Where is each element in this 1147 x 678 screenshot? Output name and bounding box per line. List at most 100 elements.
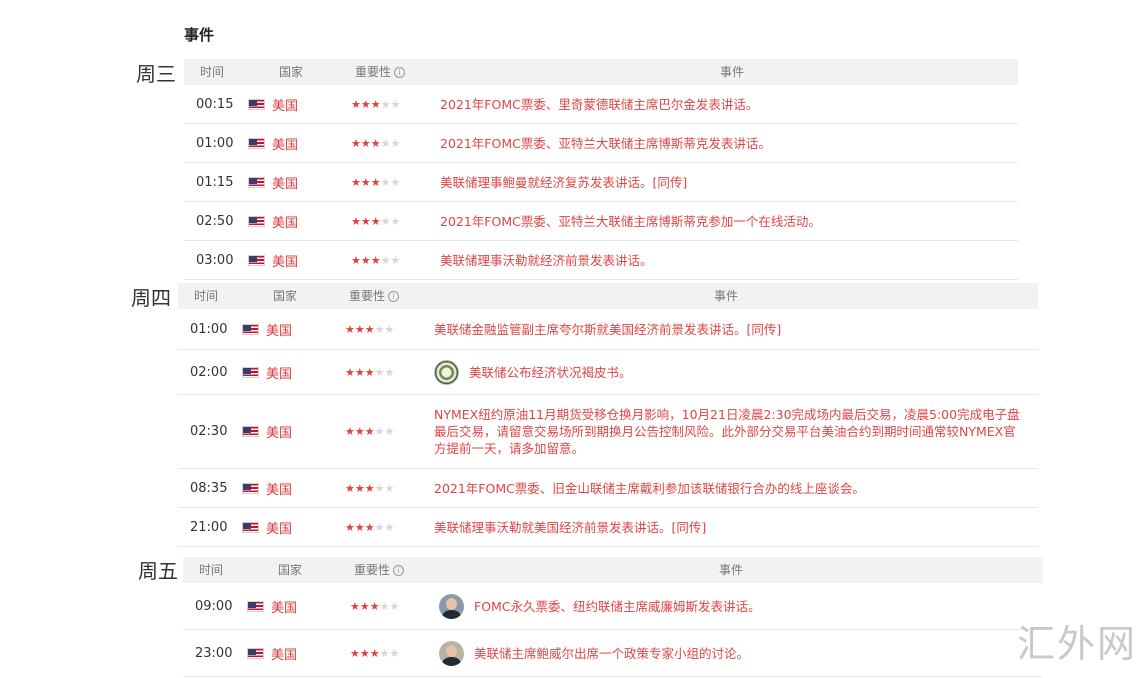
country-name: 美国 <box>272 254 299 270</box>
info-icon[interactable]: i <box>393 565 405 576</box>
country-name: 美国 <box>266 366 293 382</box>
event-time: 09:00 <box>195 598 233 614</box>
table-row[interactable]: 03:00 美国 ★★★ ★★ 美联储理事沃勒就经济前景发表讲话。 <box>184 241 1018 280</box>
star-icon: ★★★ <box>350 599 380 613</box>
event-country: 美国 <box>242 350 292 394</box>
importance-stars: ★★★ ★★ <box>351 85 400 123</box>
country-name: 美国 <box>272 176 299 192</box>
event-text[interactable]: 美联储理事鲍曼就经济复苏发表讲话。[同传] <box>440 163 1008 201</box>
col-country: 国家 <box>279 65 304 79</box>
country-name: 美国 <box>271 600 298 616</box>
country-name: 美国 <box>271 647 298 663</box>
us-flag-icon <box>242 426 259 437</box>
table-row[interactable]: 01:00 美国 ★★★ ★★ 2021年FOMC票委、亚特兰大联储主席博斯蒂克发… <box>184 124 1018 163</box>
country-name: 美国 <box>272 137 299 153</box>
event-time: 02:00 <box>190 364 228 380</box>
event-text[interactable]: 2021年FOMC票委、亚特兰大联储主席博斯蒂克参加一个在线活动。 <box>440 202 1008 240</box>
event-time: 02:30 <box>190 424 228 439</box>
table-row[interactable]: 08:35 美国 ★★★ ★★ 2021年FOMC票委、旧金山联储主席戴利参加该联… <box>178 469 1038 508</box>
event-country: 美国 <box>247 583 297 629</box>
star-icon: ★★★ <box>345 322 375 336</box>
col-time: 时间 <box>200 65 225 79</box>
day-table-fri: 时间 国家 重要性 i 事件 09:00 美国 ★★★ ★★ FOMC永久票委、纽约… <box>183 557 1043 677</box>
table-row[interactable]: 02:50 美国 ★★★ ★★ 2021年FOMC票委、亚特兰大联储主席博斯蒂克参… <box>184 202 1018 241</box>
col-importance: 重要性 i <box>349 283 400 309</box>
country-name: 美国 <box>266 426 293 441</box>
site-watermark: 汇外网 <box>1016 622 1137 666</box>
event-country: 美国 <box>242 395 292 468</box>
star-icon: ★★★ <box>345 481 375 495</box>
star-icon: ★★★ <box>351 136 381 150</box>
event-time: 08:35 <box>190 480 228 496</box>
event-time: 21:00 <box>190 519 228 535</box>
table-row[interactable]: 01:15 美国 ★★★ ★★ 美联储理事鲍曼就经济复苏发表讲话。[同传] <box>184 163 1018 202</box>
importance-stars: ★★★ ★★ <box>351 124 400 162</box>
event-cell[interactable]: 美联储主席鲍威尔出席一个政策专家小组的讨论。 <box>439 630 1029 676</box>
us-flag-icon <box>248 176 265 188</box>
star-icon: ★★ <box>380 214 401 228</box>
event-time: 00:15 <box>196 96 234 112</box>
event-country: 美国 <box>242 469 292 507</box>
person-avatar-icon <box>439 593 464 619</box>
event-cell[interactable]: FOMC永久票委、纽约联储主席威廉姆斯发表讲话。 <box>439 583 1029 629</box>
col-time: 时间 <box>199 563 224 577</box>
info-icon[interactable]: i <box>388 291 400 302</box>
table-row[interactable]: 02:30 美国 ★★★ ★★ NYMEX纽约原油11月期货受移仓换月影响，10月… <box>178 395 1038 469</box>
person-avatar-icon <box>439 640 464 666</box>
table-header: 时间 国家 重要性 i 事件 <box>183 557 1043 583</box>
event-text[interactable]: NYMEX纽约原油11月期货受移仓换月影响，10月21日凌晨2:30完成场内最后… <box>434 395 1024 468</box>
importance-stars: ★★★ ★★ <box>350 583 399 629</box>
day-label-wed: 周三 <box>136 62 176 86</box>
us-flag-icon <box>242 482 259 494</box>
importance-stars: ★★★ ★★ <box>345 309 394 349</box>
event-text: FOMC永久票委、纽约联储主席威廉姆斯发表讲话。 <box>474 598 761 614</box>
event-text[interactable]: 美联储理事沃勒就美国经济前景发表讲话。[同传] <box>434 508 1024 546</box>
event-text: 美联储公布经济状况褐皮书。 <box>469 364 632 380</box>
star-icon: ★★★ <box>351 253 381 267</box>
info-icon[interactable]: i <box>394 67 406 78</box>
star-icon: ★★ <box>380 97 401 111</box>
event-country: 美国 <box>242 309 292 349</box>
us-flag-icon <box>248 137 265 149</box>
star-icon: ★★ <box>379 646 400 660</box>
importance-stars: ★★★ ★★ <box>345 508 394 546</box>
event-country: 美国 <box>248 241 298 279</box>
event-country: 美国 <box>242 508 292 546</box>
importance-stars: ★★★ ★★ <box>345 350 394 394</box>
table-row[interactable]: 00:15 美国 ★★★ ★★ 2021年FOMC票委、里奇蒙德联储主席巴尔金发表… <box>184 85 1018 124</box>
star-icon: ★★★ <box>350 646 380 660</box>
event-cell[interactable]: 美联储公布经济状况褐皮书。 <box>434 350 1024 394</box>
section-title: 事件 <box>184 26 215 44</box>
event-text[interactable]: 2021年FOMC票委、亚特兰大联储主席博斯蒂克发表讲话。 <box>440 124 1008 162</box>
star-icon: ★★★ <box>351 214 381 228</box>
star-icon: ★★ <box>374 520 395 534</box>
importance-stars: ★★★ ★★ <box>350 630 399 676</box>
event-text[interactable]: 2021年FOMC票委、旧金山联储主席戴利参加该联储银行合办的线上座谈会。 <box>434 469 1024 507</box>
event-text[interactable]: 美联储理事沃勒就经济前景发表讲话。 <box>440 241 1008 279</box>
us-flag-icon <box>248 254 265 266</box>
event-country: 美国 <box>248 85 298 123</box>
col-country: 国家 <box>278 563 303 577</box>
table-row[interactable]: 21:00 美国 ★★★ ★★ 美联储理事沃勒就美国经济前景发表讲话。[同传] <box>178 508 1038 547</box>
table-header: 时间 国家 重要性 i 事件 <box>178 283 1038 309</box>
col-event: 事件 <box>714 289 739 303</box>
star-icon: ★★★ <box>345 520 375 534</box>
event-text[interactable]: 2021年FOMC票委、里奇蒙德联储主席巴尔金发表讲话。 <box>440 85 1008 123</box>
star-icon: ★★ <box>374 425 395 438</box>
fed-seal-icon <box>434 359 459 385</box>
star-icon: ★★ <box>374 322 395 336</box>
star-icon: ★★★ <box>351 97 381 111</box>
importance-stars: ★★★ ★★ <box>351 202 400 240</box>
table-row[interactable]: 02:00 美国 ★★★ ★★ 美联储公布经济状况褐皮书。 <box>178 350 1038 395</box>
table-row[interactable]: 23:00 美国 ★★★ ★★ 美联储主席鲍威尔出席一个政策专家小组的讨论。 <box>183 630 1043 677</box>
event-country: 美国 <box>248 202 298 240</box>
table-row[interactable]: 01:00 美国 ★★★ ★★ 美联储金融监管副主席夸尔斯就美国经济前景发表讲话。… <box>178 309 1038 350</box>
day-table-wed: 时间 国家 重要性 i 事件 00:15 美国 ★★★ ★★ 2021年FOMC票委… <box>184 59 1018 280</box>
table-row[interactable]: 09:00 美国 ★★★ ★★ FOMC永久票委、纽约联储主席威廉姆斯发表讲话。 <box>183 583 1043 630</box>
day-table-thu: 时间 国家 重要性 i 事件 01:00 美国 ★★★ ★★ 美联储金融监管副主席夸… <box>178 283 1038 547</box>
table-header: 时间 国家 重要性 i 事件 <box>184 59 1018 85</box>
event-country: 美国 <box>248 163 298 201</box>
star-icon: ★★★ <box>345 425 375 438</box>
event-text[interactable]: 美联储金融监管副主席夸尔斯就美国经济前景发表讲话。[同传] <box>434 309 1024 349</box>
event-text: 美联储主席鲍威尔出席一个政策专家小组的讨论。 <box>474 645 750 661</box>
